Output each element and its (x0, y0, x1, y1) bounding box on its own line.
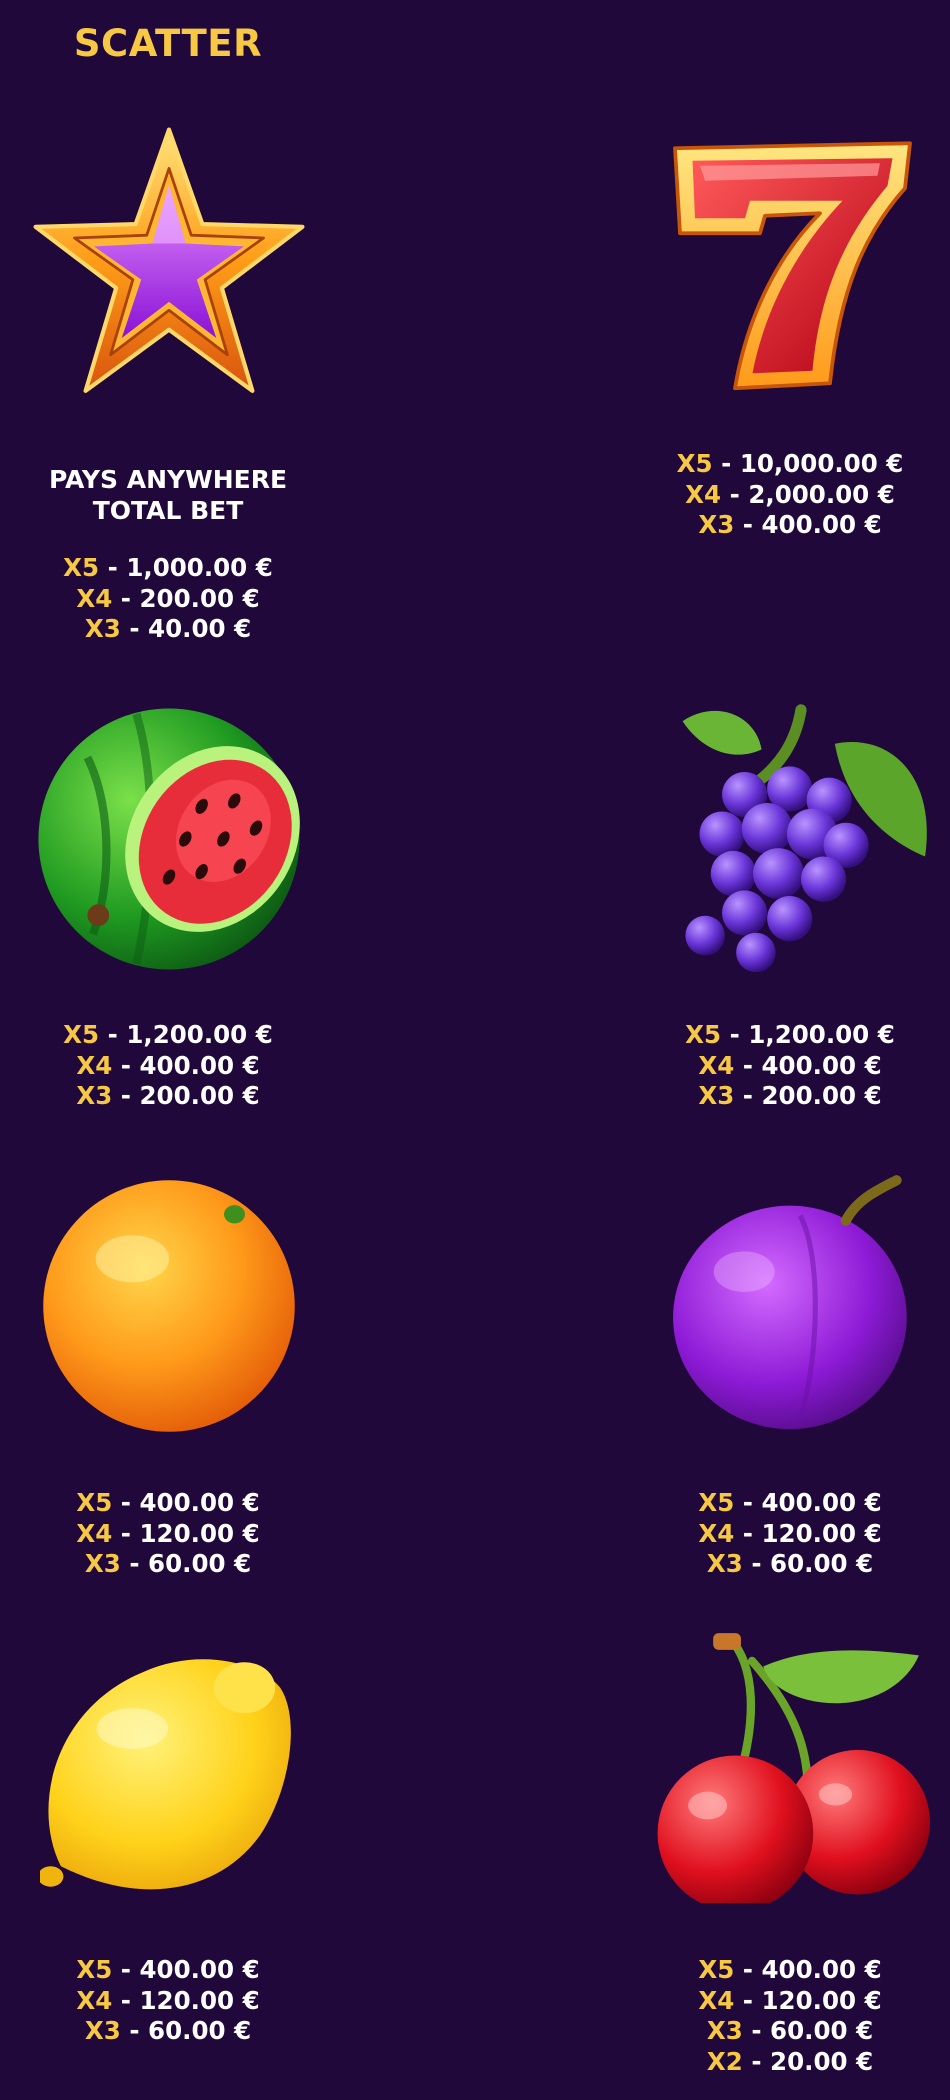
pay-amount: - 400.00 € (734, 1050, 882, 1080)
pay-amount: - 200.00 € (112, 1081, 260, 1110)
pay-multiplier: X5 (76, 1488, 113, 1517)
star-scatter-icon (33, 127, 305, 393)
pay-row: X5 - 1,200.00 € (0, 1020, 336, 1051)
pay-row: X4 - 120.00 € (0, 1519, 336, 1550)
pay-multiplier: X3 (76, 1081, 113, 1110)
pay-multiplier: X3 (84, 614, 121, 643)
seven-paytable: X5 - 10,000.00 € X4 - 2,000.00 € X3 - 40… (630, 449, 950, 541)
pay-amount: - 2,000.00 € (721, 479, 895, 509)
pay-amount: - 60.00 € (120, 1549, 252, 1578)
watermelon-paytable: X5 - 1,200.00 € X4 - 400.00 € X3 - 200.0… (0, 1020, 336, 1112)
scatter-title: SCATTER (73, 22, 263, 65)
pay-row: X3 - 60.00 € (0, 2016, 336, 2047)
pay-row: X3 - 40.00 € (0, 614, 336, 645)
pay-multiplier: X4 (698, 1518, 735, 1548)
pay-multiplier: X4 (76, 1050, 113, 1080)
pay-multiplier: X4 (76, 1518, 113, 1548)
pay-multiplier: X3 (706, 1549, 743, 1578)
pay-multiplier: X5 (76, 1955, 113, 1984)
pay-amount: - 1,000.00 € (99, 553, 273, 582)
pay-amount: - 200.00 € (734, 1081, 882, 1110)
pay-amount: - 400.00 € (734, 510, 882, 539)
seven-icon (673, 141, 912, 391)
pay-row: X4 - 120.00 € (630, 1519, 950, 1550)
pay-amount: - 1,200.00 € (721, 1020, 895, 1049)
pay-multiplier: X4 (76, 583, 113, 613)
pay-amount: - 20.00 € (742, 2046, 874, 2076)
pay-row: X4 - 400.00 € (0, 1051, 336, 1082)
pay-amount: - 120.00 € (112, 1985, 260, 2015)
plum-paytable: X5 - 400.00 € X4 - 120.00 € X3 - 60.00 € (630, 1488, 950, 1580)
pay-multiplier: X3 (698, 510, 735, 539)
pay-multiplier: X4 (76, 1985, 113, 2015)
pay-amount: - 10,000.00 € (712, 449, 904, 478)
pay-row: X3 - 200.00 € (630, 1081, 950, 1112)
pay-multiplier: X5 (685, 1020, 722, 1049)
pay-amount: - 60.00 € (120, 2016, 252, 2045)
pay-amount: - 400.00 € (734, 1955, 882, 1984)
pay-multiplier: X4 (698, 1985, 735, 2015)
pay-row: X5 - 1,200.00 € (630, 1020, 950, 1051)
pay-row: X3 - 60.00 € (630, 1549, 950, 1580)
orange-icon (43, 1180, 295, 1432)
pay-amount: - 120.00 € (734, 1985, 882, 2015)
pay-multiplier: X3 (706, 2016, 743, 2045)
pay-multiplier: X3 (84, 1549, 121, 1578)
pay-multiplier: X2 (706, 2046, 743, 2076)
pay-multiplier: X5 (63, 1020, 100, 1049)
pay-multiplier: X3 (84, 2016, 121, 2045)
pay-amount: - 120.00 € (112, 1518, 260, 1548)
cherry-icon (657, 1633, 930, 1903)
plum-icon (673, 1175, 907, 1430)
pay-multiplier: X4 (698, 1050, 735, 1080)
pay-amount: - 60.00 € (742, 2016, 874, 2045)
pay-row: X3 - 60.00 € (630, 2016, 950, 2047)
pay-multiplier: X5 (698, 1488, 735, 1517)
pay-row: X4 - 400.00 € (630, 1051, 950, 1082)
pay-amount: - 400.00 € (112, 1955, 260, 1984)
pay-amount: - 400.00 € (112, 1488, 260, 1517)
grapes-icon (682, 704, 927, 973)
pay-row: X4 - 120.00 € (0, 1986, 336, 2017)
cherry-paytable: X5 - 400.00 € X4 - 120.00 € X3 - 60.00 €… (630, 1955, 950, 2077)
pay-amount: - 200.00 € (112, 583, 260, 613)
pay-amount: - 400.00 € (112, 1050, 260, 1080)
pay-row: X3 - 60.00 € (0, 1549, 336, 1580)
pay-row: X5 - 400.00 € (630, 1488, 950, 1519)
lemon-icon (40, 1659, 291, 1890)
pay-row: X4 - 200.00 € (0, 584, 336, 615)
pay-amount: - 1,200.00 € (99, 1020, 273, 1049)
lemon-paytable: X5 - 400.00 € X4 - 120.00 € X3 - 60.00 € (0, 1955, 336, 2047)
pay-row: X4 - 2,000.00 € (630, 480, 950, 511)
pay-amount: - 400.00 € (734, 1488, 882, 1517)
watermelon-icon (38, 708, 300, 970)
pay-multiplier: X5 (676, 449, 713, 478)
scatter-description: PAYS ANYWHERE TOTAL BET (48, 465, 288, 525)
pay-row: X3 - 400.00 € (630, 510, 950, 541)
pay-row: X4 - 120.00 € (630, 1986, 950, 2017)
pay-multiplier: X3 (698, 1081, 735, 1110)
pay-amount: - 60.00 € (742, 1549, 874, 1578)
pay-amount: - 40.00 € (120, 614, 252, 643)
pay-row: X5 - 400.00 € (0, 1955, 336, 1986)
pay-row: X5 - 400.00 € (0, 1488, 336, 1519)
pay-row: X3 - 200.00 € (0, 1081, 336, 1112)
pay-row: X5 - 10,000.00 € (630, 449, 950, 480)
pay-row: X5 - 400.00 € (630, 1955, 950, 1986)
pay-multiplier: X5 (698, 1955, 735, 1984)
scatter-paytable: X5 - 1,000.00 € X4 - 200.00 € X3 - 40.00… (0, 553, 336, 645)
pay-multiplier: X5 (63, 553, 100, 582)
orange-paytable: X5 - 400.00 € X4 - 120.00 € X3 - 60.00 € (0, 1488, 336, 1580)
pay-row: X2 - 20.00 € (630, 2047, 950, 2078)
pay-amount: - 120.00 € (734, 1518, 882, 1548)
pay-multiplier: X4 (685, 479, 722, 509)
grapes-paytable: X5 - 1,200.00 € X4 - 400.00 € X3 - 200.0… (630, 1020, 950, 1112)
pay-row: X5 - 1,000.00 € (0, 553, 336, 584)
